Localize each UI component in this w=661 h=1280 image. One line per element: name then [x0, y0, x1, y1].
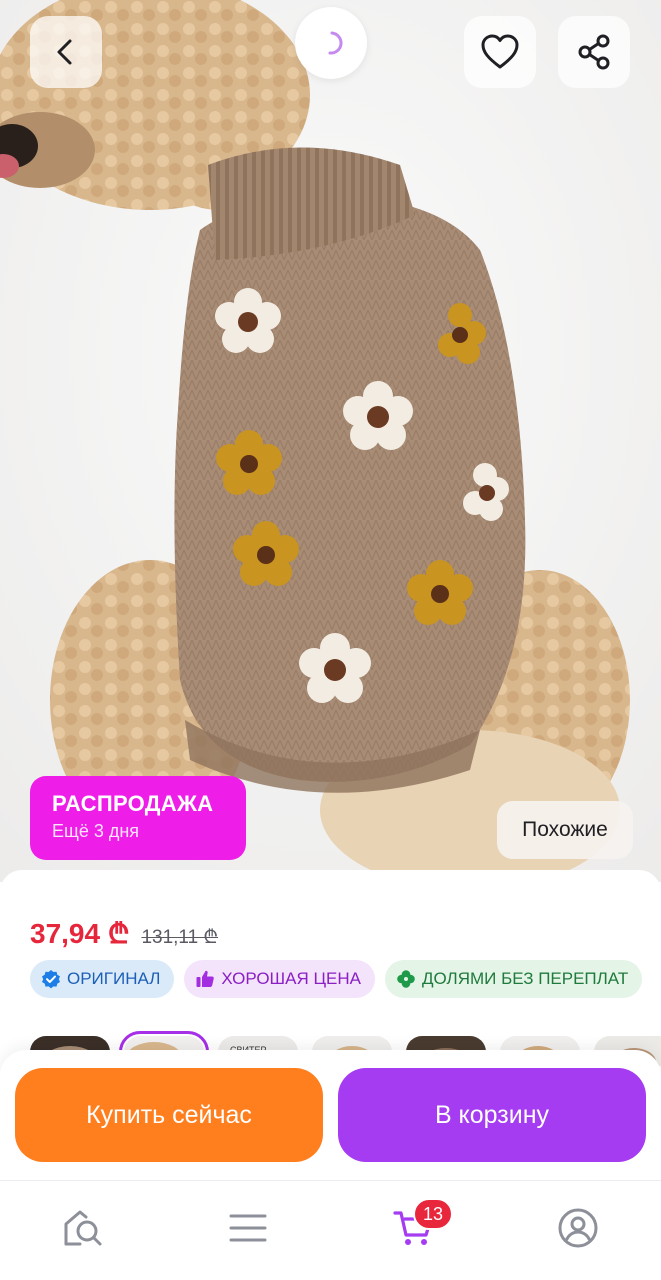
- back-button[interactable]: [30, 16, 102, 88]
- buy-now-button[interactable]: Купить сейчас: [15, 1068, 323, 1162]
- nav-home[interactable]: [59, 1203, 109, 1253]
- current-price: 37,94 ₾: [30, 918, 130, 949]
- bottom-nav: 13: [0, 1180, 661, 1280]
- chip-good-price[interactable]: ХОРОШАЯ ЦЕНА: [184, 960, 375, 998]
- share-icon: [578, 34, 610, 70]
- heart-icon: [481, 34, 519, 69]
- spinner-icon: [328, 31, 343, 55]
- chip-installments-label: ДОЛЯМИ БЕЗ ПЕРЕПЛАТ: [422, 969, 629, 988]
- nav-catalog[interactable]: [223, 1203, 273, 1253]
- loading-indicator: [295, 7, 367, 79]
- favorite-button[interactable]: [464, 16, 536, 88]
- add-to-cart-button[interactable]: В корзину: [338, 1068, 646, 1162]
- nav-profile[interactable]: [553, 1203, 603, 1253]
- clover-icon: [397, 970, 415, 988]
- sale-badge[interactable]: РАСПРОДАЖА Ещё 3 дня: [30, 776, 246, 860]
- home-search-icon: [64, 1210, 102, 1246]
- chip-installments[interactable]: ДОЛЯМИ БЕЗ ПЕРЕПЛАТ: [385, 960, 643, 998]
- old-price: 131,11 ₾: [141, 927, 219, 948]
- feature-chips: ОРИГИНАЛ ХОРОШАЯ ЦЕНА ДОЛЯМИ БЕЗ ПЕРЕПЛА…: [30, 960, 643, 998]
- menu-icon: [229, 1214, 267, 1242]
- sale-badge-subtitle: Ещё 3 дня: [52, 821, 140, 841]
- sale-badge-title: РАСПРОДАЖА: [52, 791, 214, 816]
- share-button[interactable]: [558, 16, 630, 88]
- chip-original-label: ОРИГИНАЛ: [67, 969, 161, 988]
- product-photo: [0, 0, 661, 882]
- chevron-left-icon: [57, 39, 72, 65]
- product-page: РАСПРОДАЖА Ещё 3 дня Похожие 37,94 ₾ 131…: [0, 0, 661, 1280]
- thumbs-up-icon: [196, 970, 215, 987]
- user-icon: [558, 1208, 598, 1248]
- verified-badge-icon: [42, 970, 60, 989]
- chip-original[interactable]: ОРИГИНАЛ: [30, 960, 175, 998]
- product-gallery[interactable]: РАСПРОДАЖА Ещё 3 дня Похожие: [0, 0, 661, 882]
- chip-good-price-label: ХОРОШАЯ ЦЕНА: [221, 969, 361, 988]
- similar-products-button[interactable]: Похожие: [497, 801, 633, 859]
- action-bar: Купить сейчас В корзину: [0, 1050, 661, 1180]
- price-row: 37,94 ₾ 131,11 ₾: [30, 914, 218, 952]
- cart-count-badge: 13: [413, 1198, 454, 1230]
